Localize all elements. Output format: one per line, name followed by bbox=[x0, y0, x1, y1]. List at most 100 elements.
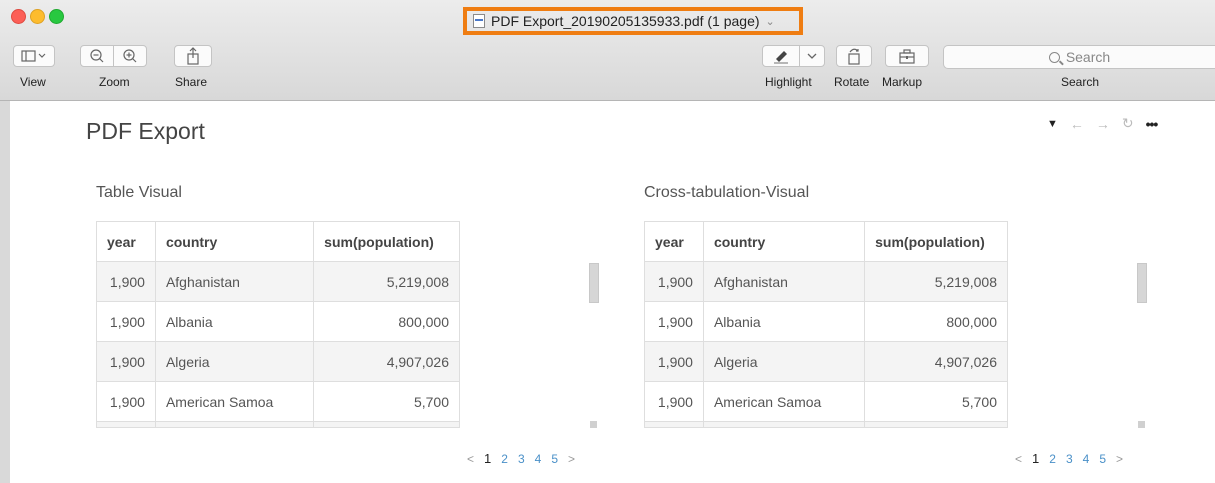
arrow-right-icon[interactable]: → bbox=[1096, 116, 1110, 132]
table-cell bbox=[96, 421, 156, 428]
scrollbar-end[interactable] bbox=[590, 421, 597, 428]
document-title-text: PDF Export_20190205135933.pdf (1 page) bbox=[491, 13, 760, 29]
sidebar-icon bbox=[21, 50, 46, 62]
close-window-button[interactable] bbox=[11, 9, 26, 24]
table-cell: 1,900 bbox=[644, 261, 704, 302]
view-label: View bbox=[20, 75, 46, 89]
table-row: 1,900 American Samoa 5,700 bbox=[96, 381, 460, 422]
minimize-window-button[interactable] bbox=[30, 9, 45, 24]
table-cell: 4,907,026 bbox=[313, 341, 460, 382]
column-header[interactable]: country bbox=[702, 221, 866, 262]
table-cell: 4,907,026 bbox=[864, 341, 1008, 382]
search-input[interactable]: Search bbox=[943, 45, 1215, 69]
rotate-label: Rotate bbox=[834, 75, 870, 89]
markup-label: Markup bbox=[882, 75, 923, 89]
visual-title: Cross-tabulation-Visual bbox=[644, 184, 810, 201]
arrow-left-icon[interactable]: ← bbox=[1070, 116, 1084, 132]
page-link[interactable]: 2 bbox=[501, 452, 508, 466]
table-cell: 5,700 bbox=[313, 381, 460, 422]
page-link[interactable]: 4 bbox=[535, 452, 542, 466]
table-cell bbox=[864, 421, 1008, 428]
rotate-button[interactable] bbox=[836, 45, 872, 67]
markup-button[interactable] bbox=[885, 45, 929, 67]
table-cell: 5,700 bbox=[864, 381, 1008, 422]
document-page: PDF Export ▼ ← → ↻ ••• Table Visual year… bbox=[0, 101, 1215, 483]
pagination: < 1 2 3 4 5 > bbox=[467, 451, 575, 466]
refresh-icon[interactable]: ↻ bbox=[1122, 115, 1134, 132]
table-row-partial bbox=[96, 421, 460, 428]
table-cell: Afghanistan bbox=[702, 261, 866, 302]
table-cell: 800,000 bbox=[313, 301, 460, 342]
scrollbar-end[interactable] bbox=[1138, 421, 1145, 428]
table-cell: 1,900 bbox=[96, 381, 156, 422]
table-cell: American Samoa bbox=[154, 381, 315, 422]
share-icon bbox=[187, 47, 199, 65]
column-header[interactable]: sum(population) bbox=[864, 221, 1008, 262]
previous-page-button[interactable]: < bbox=[467, 452, 474, 466]
column-header[interactable]: country bbox=[154, 221, 315, 262]
more-icon[interactable]: ••• bbox=[1146, 116, 1159, 132]
sidebar-view-button[interactable] bbox=[13, 45, 55, 67]
table-cell: American Samoa bbox=[702, 381, 866, 422]
table-cell: Albania bbox=[702, 301, 866, 342]
column-header[interactable]: year bbox=[96, 221, 156, 262]
data-table: year country sum(population) 1,900 Afgha… bbox=[96, 221, 460, 428]
toolbox-icon bbox=[899, 49, 915, 64]
zoom-label: Zoom bbox=[99, 75, 130, 89]
table-cell: Afghanistan bbox=[154, 261, 315, 302]
highlighter-icon bbox=[774, 51, 788, 64]
page-link[interactable]: 3 bbox=[518, 452, 525, 466]
table-cell: 1,900 bbox=[96, 341, 156, 382]
table-cell: 1,900 bbox=[644, 341, 704, 382]
document-title[interactable]: PDF Export_20190205135933.pdf (1 page) ⌄ bbox=[463, 7, 803, 35]
page-link[interactable]: 2 bbox=[1049, 452, 1056, 466]
column-header[interactable]: sum(population) bbox=[313, 221, 460, 262]
zoom-out-icon bbox=[90, 49, 104, 63]
vertical-scrollbar-thumb[interactable] bbox=[589, 263, 599, 303]
zoom-in-button[interactable] bbox=[113, 45, 147, 67]
next-page-button[interactable]: > bbox=[1116, 452, 1123, 466]
highlight-button[interactable] bbox=[762, 45, 800, 67]
table-row: 1,900 Afghanistan 5,219,008 bbox=[644, 261, 1008, 302]
share-label: Share bbox=[175, 75, 208, 89]
zoom-out-button[interactable] bbox=[80, 45, 114, 67]
chevron-down-icon[interactable]: ⌄ bbox=[766, 15, 775, 28]
share-button[interactable] bbox=[174, 45, 212, 67]
table-header-row: year country sum(population) bbox=[644, 221, 1008, 262]
current-page: 1 bbox=[484, 451, 492, 466]
table-cell: 1,900 bbox=[96, 261, 156, 302]
vertical-scrollbar-thumb[interactable] bbox=[1137, 263, 1147, 303]
table-row-partial bbox=[644, 421, 1008, 428]
page-link[interactable]: 5 bbox=[1099, 452, 1106, 466]
page-link[interactable]: 3 bbox=[1066, 452, 1073, 466]
search-label: Search bbox=[1061, 75, 1100, 89]
column-header[interactable]: year bbox=[644, 221, 704, 262]
report-actions: ▼ ← → ↻ ••• bbox=[1047, 115, 1159, 132]
previous-page-button[interactable]: < bbox=[1015, 452, 1022, 466]
chevron-down-icon bbox=[807, 53, 817, 59]
table-cell: 1,900 bbox=[644, 381, 704, 422]
page-link[interactable]: 4 bbox=[1083, 452, 1090, 466]
table-row: 1,900 Albania 800,000 bbox=[96, 301, 460, 342]
filter-icon[interactable]: ▼ bbox=[1047, 118, 1058, 130]
next-page-button[interactable]: > bbox=[568, 452, 575, 466]
rotate-icon bbox=[848, 48, 860, 65]
table-cell bbox=[154, 421, 315, 428]
search-icon bbox=[1048, 51, 1060, 63]
table-row: 1,900 Algeria 4,907,026 bbox=[644, 341, 1008, 382]
current-page: 1 bbox=[1032, 451, 1040, 466]
fullscreen-window-button[interactable] bbox=[49, 9, 64, 24]
table-cell: Albania bbox=[154, 301, 315, 342]
crosstab-table: year country sum(population) 1,900 Afgha… bbox=[644, 221, 1008, 428]
page-title: PDF Export bbox=[86, 118, 205, 144]
table-header-row: year country sum(population) bbox=[96, 221, 460, 262]
highlight-options-button[interactable] bbox=[799, 45, 825, 67]
table-cell bbox=[313, 421, 460, 428]
page-link[interactable]: 5 bbox=[551, 452, 558, 466]
zoom-in-icon bbox=[123, 49, 137, 63]
pagination: < 1 2 3 4 5 > bbox=[1015, 451, 1123, 466]
pdf-file-icon bbox=[473, 14, 485, 28]
table-cell bbox=[644, 421, 704, 428]
table-cell: 1,900 bbox=[644, 301, 704, 342]
table-row: 1,900 Afghanistan 5,219,008 bbox=[96, 261, 460, 302]
